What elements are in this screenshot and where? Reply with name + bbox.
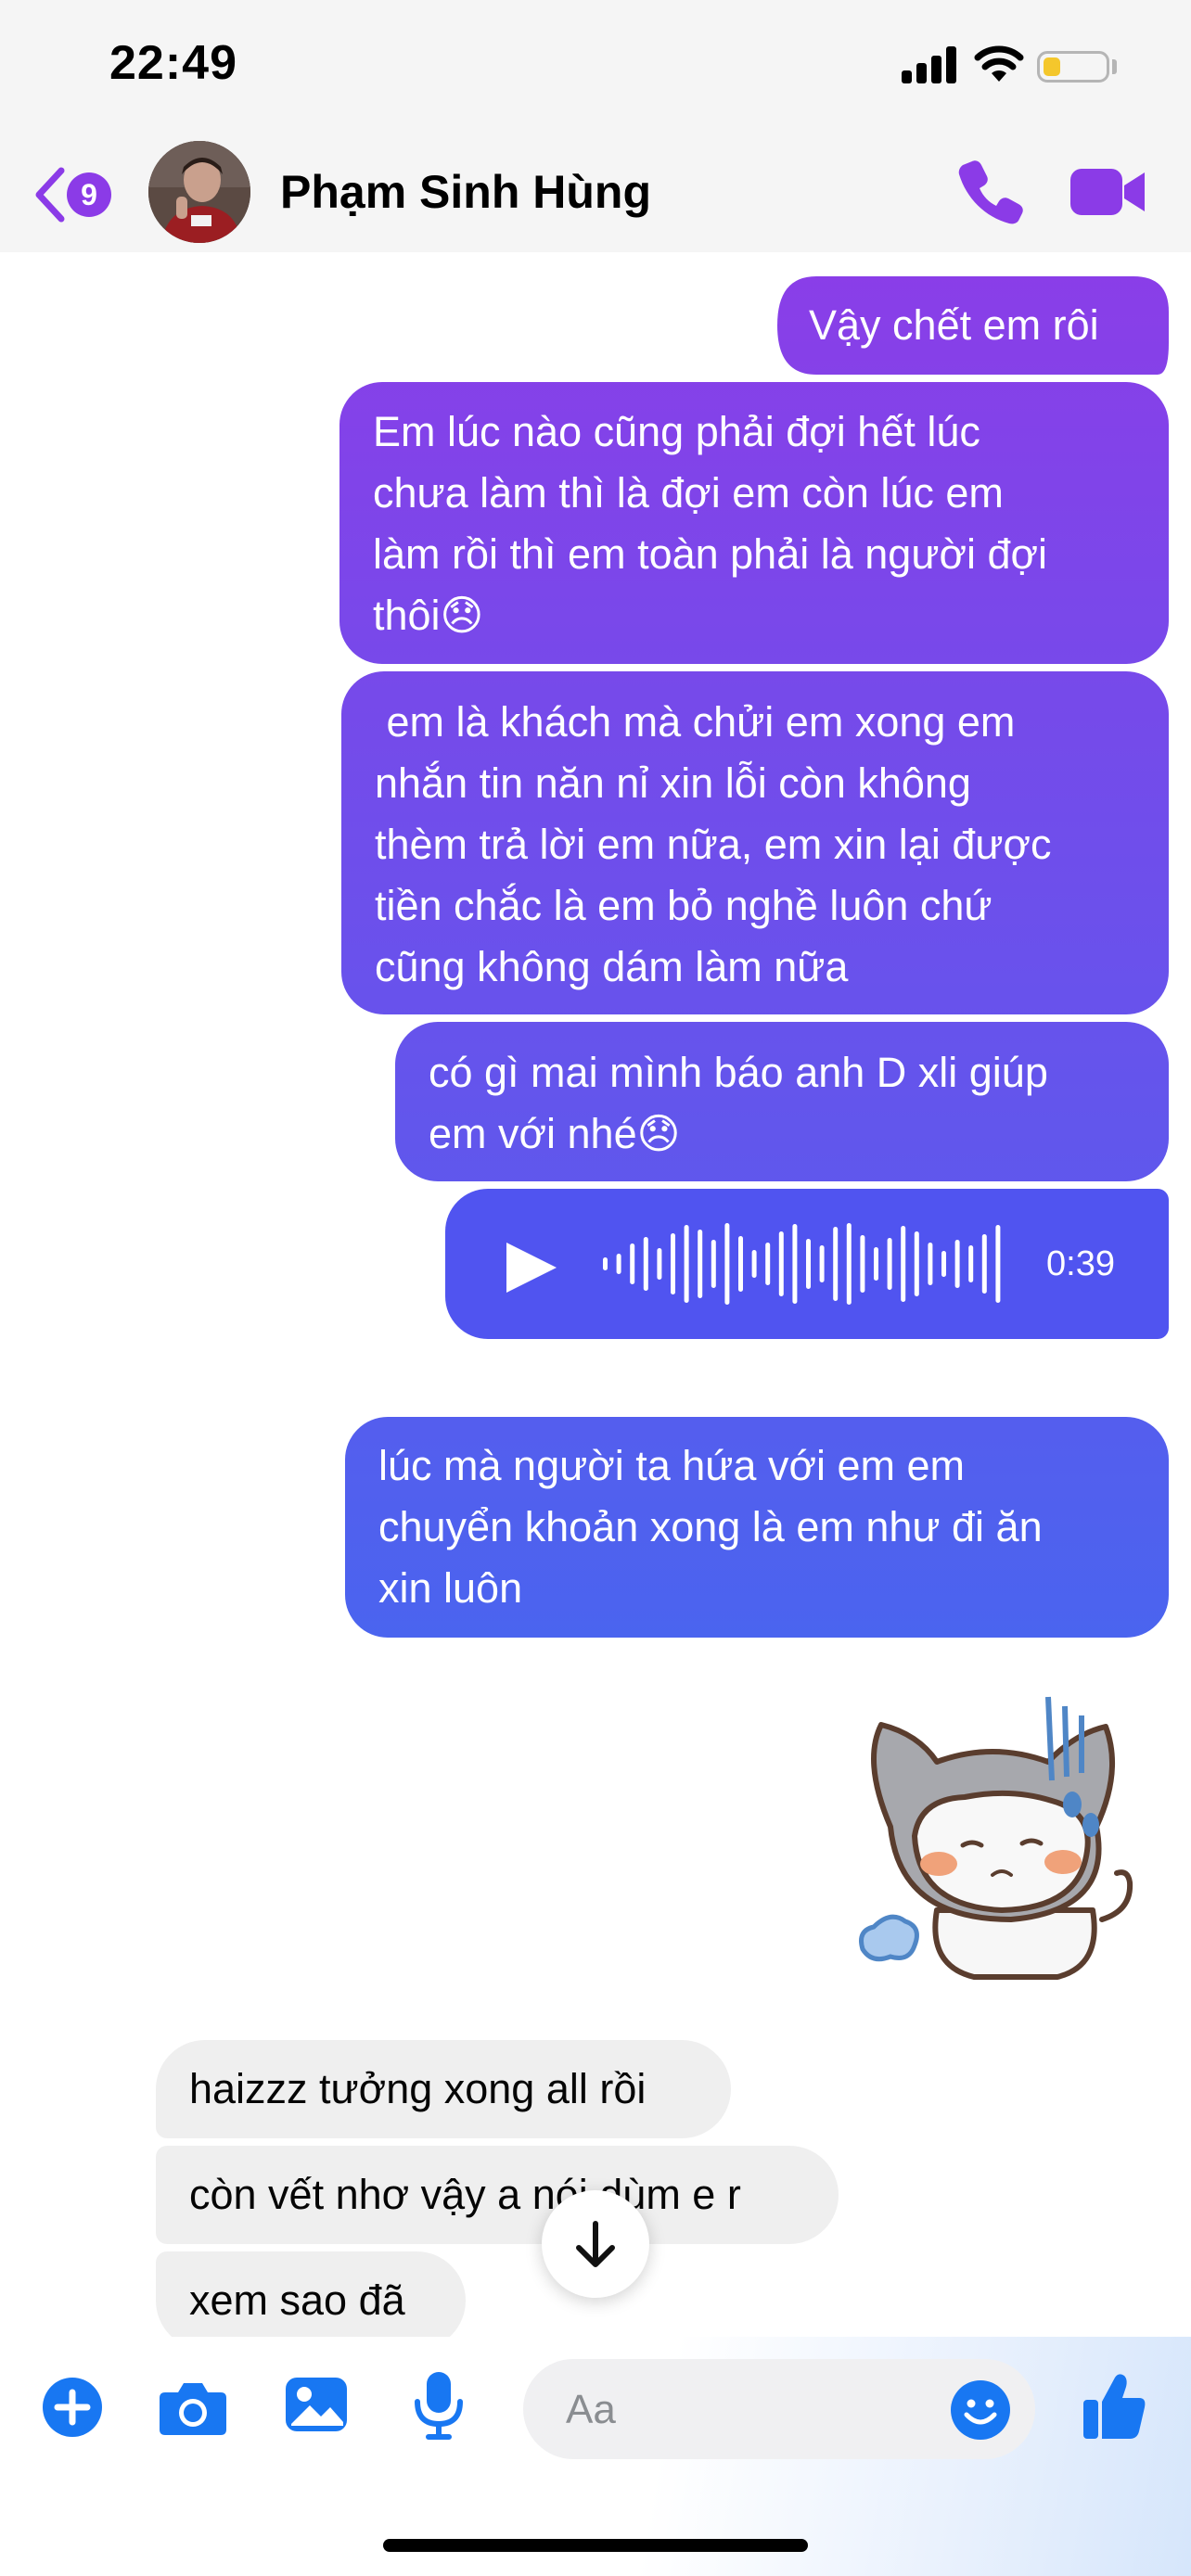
- thumbs-up-icon[interactable]: [1082, 2370, 1148, 2441]
- waveform-bar: [684, 1225, 689, 1303]
- emoji-icon[interactable]: [950, 2379, 1011, 2441]
- home-indicator: [383, 2539, 808, 2552]
- waveform-bar: [887, 1238, 892, 1290]
- waveform-bar: [616, 1254, 621, 1274]
- waveform-bar: [968, 1245, 974, 1282]
- outgoing-message[interactable]: lúc mà người ta hứa với em em chuyển kho…: [378, 1435, 1163, 1619]
- waveform-bar: [724, 1223, 730, 1305]
- plus-circle-icon[interactable]: [41, 2376, 104, 2439]
- waveform-bar: [806, 1239, 811, 1289]
- incoming-message[interactable]: haizzz tưởng xong all rồi: [156, 2040, 731, 2138]
- waveform-bar: [765, 1243, 771, 1285]
- message-input[interactable]: Aa: [523, 2359, 1035, 2459]
- waveform-bar: [981, 1234, 987, 1294]
- waveform-bar: [941, 1251, 946, 1277]
- waveform-bar: [995, 1225, 1001, 1303]
- waveform-bar: [833, 1227, 839, 1301]
- waveform-bar: [860, 1235, 865, 1293]
- waveform-bar: [603, 1257, 608, 1270]
- message-input-placeholder: Aa: [566, 2387, 616, 2432]
- incoming-message[interactable]: còn vết nhơ vậy a nói dùm e r: [156, 2146, 839, 2244]
- waveform-bar: [928, 1243, 933, 1285]
- waveform-bar: [846, 1223, 852, 1305]
- outgoing-message[interactable]: em là khách mà chửi em xong em nhắn tin …: [375, 692, 1163, 998]
- audio-waveform: [603, 1223, 1001, 1305]
- waveform-bar: [901, 1226, 906, 1302]
- waveform-bar: [657, 1248, 662, 1280]
- incoming-message[interactable]: xem sao đã: [156, 2251, 466, 2350]
- waveform-bar: [819, 1245, 825, 1282]
- waveform-bar: [751, 1250, 757, 1278]
- waveform-bar: [874, 1247, 878, 1281]
- waveform-bar: [671, 1233, 675, 1294]
- arrow-down-icon: [576, 2221, 615, 2267]
- photo-gallery-icon[interactable]: [284, 2374, 349, 2435]
- outgoing-message[interactable]: Vậy chết em rôi: [809, 295, 1152, 356]
- voice-message[interactable]: 0:39: [445, 1189, 1169, 1339]
- camera-icon[interactable]: [158, 2378, 228, 2437]
- waveform-bar: [792, 1224, 798, 1304]
- waveform-bar: [711, 1240, 716, 1288]
- microphone-icon[interactable]: [412, 2370, 466, 2441]
- waveform-bar: [954, 1240, 960, 1288]
- crying-cat-sticker[interactable]: [853, 1688, 1141, 1994]
- play-icon[interactable]: [501, 1239, 562, 1296]
- scroll-to-bottom-button[interactable]: [542, 2190, 649, 2298]
- waveform-bar: [698, 1230, 703, 1298]
- waveform-bar: [738, 1236, 743, 1292]
- waveform-bar: [778, 1231, 784, 1296]
- outgoing-message[interactable]: Em lúc nào cũng phải đợi hết lúc chưa là…: [373, 402, 1161, 646]
- waveform-bar: [914, 1231, 919, 1296]
- waveform-bar: [630, 1243, 635, 1284]
- outgoing-message[interactable]: có gì mai mình báo anh D xli giúp em với…: [429, 1042, 1161, 1165]
- voice-duration: 0:39: [1046, 1244, 1115, 1283]
- waveform-bar: [643, 1237, 648, 1291]
